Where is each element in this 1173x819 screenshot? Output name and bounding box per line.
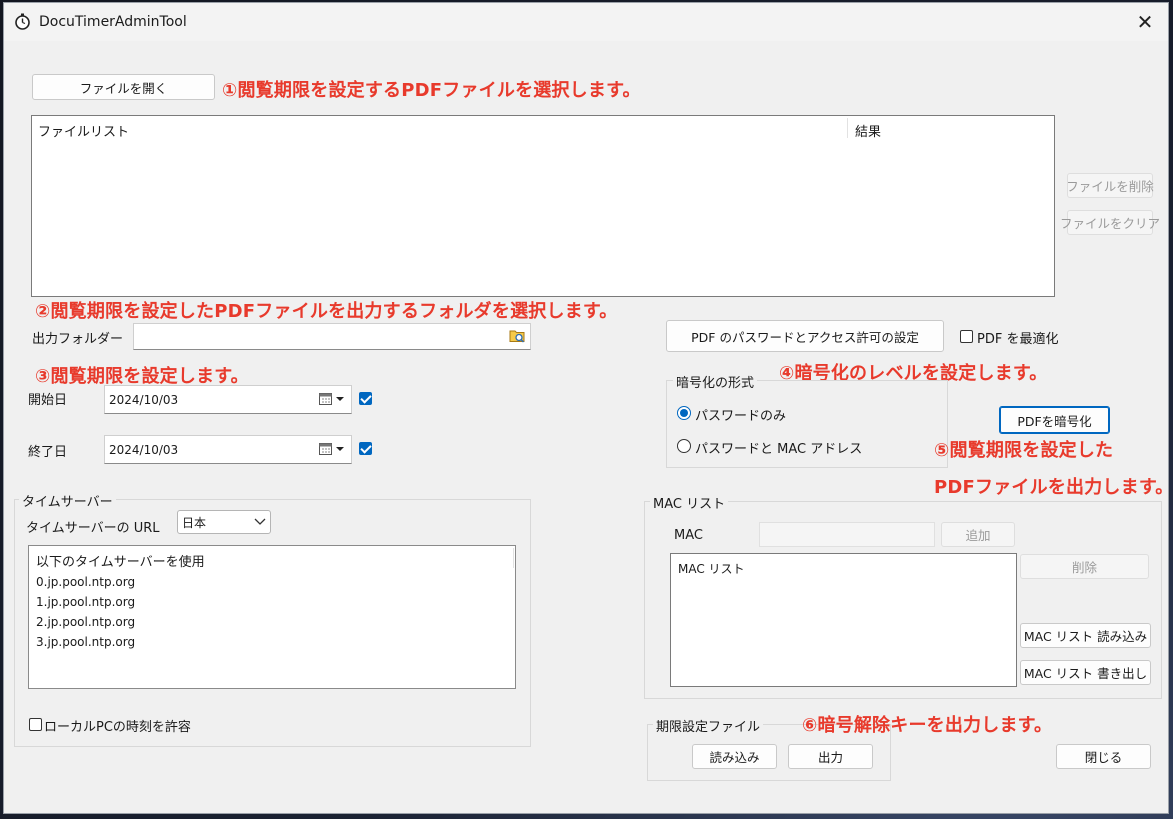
close-button[interactable]: 閉じる — [1056, 744, 1151, 769]
column-result[interactable]: 結果 — [855, 121, 881, 140]
encryption-group-title: 暗号化の形式 — [673, 372, 758, 391]
chevron-down-icon — [254, 518, 266, 525]
export-mac-list-button[interactable]: MAC リスト 書き出し — [1020, 660, 1151, 685]
time-server-group-title: タイムサーバー — [19, 491, 116, 510]
column-file-list[interactable]: ファイルリスト — [38, 121, 129, 140]
mac-list-group-title: MAC リスト — [650, 493, 729, 512]
annotation-step-5-line2: PDFファイルを出力します。 — [934, 477, 1173, 498]
time-server-list[interactable]: 以下のタイムサーバーを使用 0.jp.pool.ntp.org 1.jp.poo… — [28, 545, 516, 689]
password-only-radio[interactable] — [677, 406, 691, 420]
clear-files-button[interactable]: ファイルをクリア — [1060, 210, 1160, 235]
time-server-item[interactable]: 3.jp.pool.ntp.org — [36, 635, 135, 649]
delete-mac-button[interactable]: 削除 — [1020, 554, 1149, 579]
password-mac-label: パスワードと MAC アドレス — [695, 442, 863, 457]
close-window-icon[interactable]: ✕ — [1132, 9, 1158, 35]
mac-list-header: MAC リスト — [678, 562, 745, 576]
mac-address-input[interactable] — [759, 522, 935, 547]
end-date-value: 2024/10/03 — [109, 442, 179, 457]
annotation-step-6: ⑥暗号解除キーを出力します。 — [802, 715, 1053, 736]
password-only-label: パスワードのみ — [695, 409, 787, 424]
mac-label: MAC — [674, 528, 703, 543]
window-title: DocuTimerAdminTool — [39, 14, 187, 30]
start-date-checkbox[interactable] — [359, 392, 372, 405]
time-server-region-value: 日本 — [182, 515, 207, 530]
column-divider — [513, 548, 514, 568]
title-bar: DocuTimerAdminTool ✕ — [4, 3, 1168, 41]
annotation-step-1: ①閲覧期限を設定するPDFファイルを選択します。 — [222, 80, 641, 101]
start-date-picker[interactable]: 2024/10/03 — [104, 385, 352, 414]
encrypt-pdf-button[interactable]: PDFを暗号化 — [999, 406, 1110, 434]
start-date-value: 2024/10/03 — [109, 392, 179, 407]
time-server-item[interactable]: 1.jp.pool.ntp.org — [36, 595, 135, 609]
output-folder-label: 出力フォルダー — [32, 332, 124, 347]
output-folder-input[interactable] — [133, 323, 531, 350]
start-date-label: 開始日 — [28, 393, 68, 408]
import-mac-list-button[interactable]: MAC リスト 読み込み — [1020, 623, 1151, 648]
allow-local-time-label: ローカルPCの時刻を許容 — [44, 720, 191, 735]
add-mac-button[interactable]: 追加 — [941, 522, 1015, 547]
password-mac-radio[interactable] — [677, 439, 691, 453]
output-expiry-file-button[interactable]: 出力 — [788, 744, 873, 769]
open-file-button[interactable]: ファイルを開く — [32, 74, 215, 100]
calendar-dropdown-icon[interactable] — [319, 392, 347, 406]
calendar-dropdown-icon[interactable] — [319, 442, 347, 456]
end-date-label: 終了日 — [28, 445, 68, 460]
optimize-pdf-checkbox[interactable] — [960, 330, 973, 343]
time-server-list-header: 以下のタイムサーバーを使用 — [36, 555, 205, 570]
stopwatch-icon — [15, 13, 30, 30]
time-server-item[interactable]: 0.jp.pool.ntp.org — [36, 575, 135, 589]
pdf-password-permissions-button[interactable]: PDF のパスワードとアクセス許可の設定 — [666, 320, 944, 352]
expiry-file-group-title: 期限設定ファイル — [653, 716, 764, 735]
end-date-picker[interactable]: 2024/10/03 — [104, 435, 352, 464]
folder-browse-icon[interactable] — [509, 328, 526, 344]
time-server-item[interactable]: 2.jp.pool.ntp.org — [36, 615, 135, 629]
file-list-header: ファイルリスト 結果 — [32, 116, 1054, 140]
annotation-step-2: ②閲覧期限を設定したPDFファイルを出力するフォルダを選択します。 — [35, 301, 618, 322]
load-expiry-file-button[interactable]: 読み込み — [692, 744, 777, 769]
file-list[interactable]: ファイルリスト 結果 — [31, 115, 1055, 297]
end-date-checkbox[interactable] — [359, 442, 372, 455]
optimize-pdf-label: PDF を最適化 — [977, 332, 1059, 347]
allow-local-time-checkbox[interactable] — [29, 718, 42, 731]
mac-list[interactable]: MAC リスト — [670, 553, 1017, 687]
time-server-url-label: タイムサーバーの URL — [26, 521, 160, 536]
column-divider — [847, 118, 848, 138]
delete-file-button[interactable]: ファイルを削除 — [1066, 173, 1154, 198]
annotation-step-5-line1: ⑤閲覧期限を設定した — [934, 440, 1114, 461]
app-window: DocuTimerAdminTool ✕ ファイルを開く ①閲覧期限を設定するP… — [3, 2, 1173, 814]
